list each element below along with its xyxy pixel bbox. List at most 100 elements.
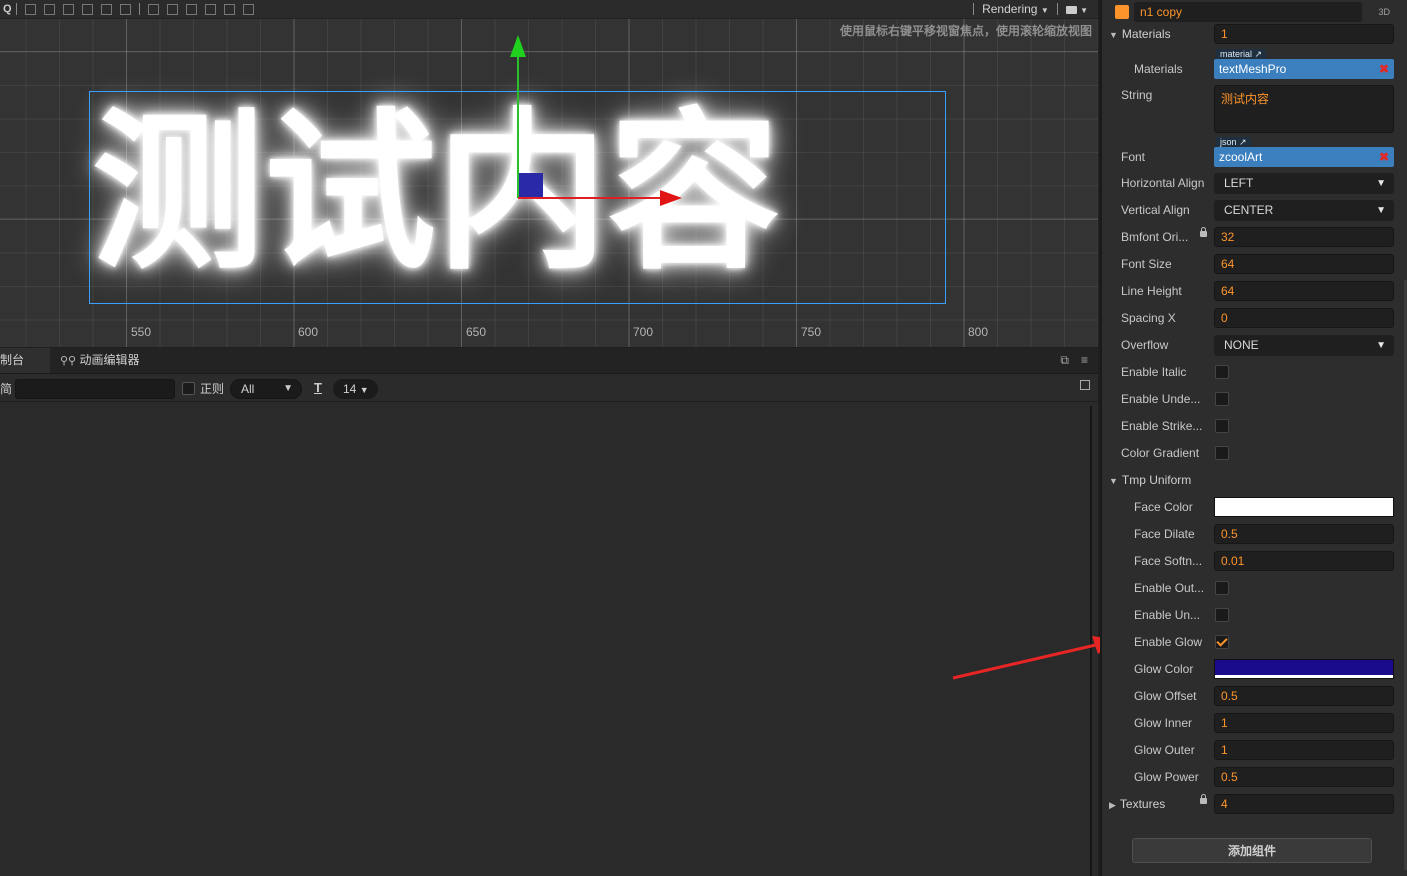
distribute-center-icon[interactable] [223,3,235,15]
font-size-value: 14 [343,382,357,396]
menu-icon[interactable]: ≡ [1081,353,1088,368]
tmp-uniform-section-row[interactable]: ▼ Tmp Uniform [1102,470,1402,490]
log-level-value: All [241,382,255,396]
enable-underline-checkbox[interactable] [1215,392,1229,406]
inspector-panel: n1 copy 3D ▼ Materials 1 Materials materi… [1100,0,1407,876]
maximize-icon[interactable]: ⧉ [1060,353,1069,368]
enable-underline-label: Enable Unde... [1121,392,1201,406]
align-left-icon[interactable] [24,3,36,15]
search-icon[interactable]: Q [3,3,12,15]
ruler-label: 550 [131,325,152,339]
align-right-icon[interactable] [62,3,74,15]
camera-dropdown[interactable]: ▼ [1065,2,1088,16]
clear-icon[interactable]: ✖ [1379,59,1389,79]
regex-checkbox[interactable] [182,382,195,395]
enable-glow-checkbox[interactable] [1215,635,1229,649]
spacing-x-input[interactable]: 0 [1214,308,1394,328]
font-asset-field[interactable]: zcoolArt ✖ [1214,147,1394,167]
toolbar-divider [1056,3,1058,15]
align-top-icon[interactable] [81,3,93,15]
distribute-bottom-icon[interactable] [185,3,197,15]
tab-label: 动画编辑器 [79,353,140,367]
filter-label: 简 [0,382,13,396]
tab-console[interactable]: 制台 [0,348,50,373]
gizmo-center-handle[interactable] [519,173,543,197]
gizmo-x-arrow-icon[interactable] [660,190,682,206]
textures-section-header[interactable]: ▶ Textures [1109,797,1165,811]
tmp-uniform-section-header[interactable]: ▼ Tmp Uniform [1109,473,1191,487]
bmfont-input[interactable]: 32 [1214,227,1394,247]
glow-inner-label: Glow Inner [1134,716,1193,730]
alpha-bar [1215,513,1393,516]
chevron-down-icon: ▼ [1376,205,1386,216]
chevron-down-icon: ▼ [1376,340,1386,351]
face-softness-input[interactable]: 0.01 [1214,551,1394,571]
console-log-area[interactable] [0,402,1098,876]
glow-inner-input[interactable]: 1 [1214,713,1394,733]
gizmo-y-arrow-icon[interactable] [510,35,526,57]
overflow-select[interactable]: NONE ▼ [1214,335,1394,356]
face-color-label: Face Color [1134,500,1193,514]
h-align-select[interactable]: LEFT ▼ [1214,173,1394,194]
glow-power-input[interactable]: 0.5 [1214,767,1394,787]
align-center-v-icon[interactable] [100,3,112,15]
align-bottom-icon[interactable] [119,3,131,15]
materials-section-row[interactable]: ▼ Materials 1 [1102,24,1402,44]
color-gradient-checkbox[interactable] [1215,446,1229,460]
triangle-down-icon: ▼ [1109,476,1118,486]
materials-asset-field[interactable]: textMeshPro ✖ [1214,59,1394,79]
enable-underlay-checkbox[interactable] [1215,608,1229,622]
glow-offset-input[interactable]: 0.5 [1214,686,1394,706]
glow-outer-input[interactable]: 1 [1214,740,1394,760]
distribute-left-icon[interactable] [204,3,216,15]
console-scrollbar[interactable] [1090,406,1092,876]
console-search-input[interactable] [15,379,175,399]
enable-underline-row: Enable Unde... [1102,389,1402,409]
font-size-icon: T [314,380,322,395]
line-height-row: Line Height 64 [1102,281,1402,301]
string-row: String 测试内容 [1102,85,1402,133]
textures-section-row[interactable]: ▶ Textures 4 [1102,794,1402,814]
gizmo-x-axis[interactable] [518,197,664,199]
align-center-h-icon[interactable] [43,3,55,15]
node-active-checkbox[interactable] [1115,5,1129,19]
font-size-select[interactable]: 14 ▼ [333,379,378,399]
clear-icon[interactable]: ✖ [1379,147,1389,167]
textures-count-input[interactable]: 4 [1214,794,1394,814]
scene-hint-text: 使用鼠标右键平移视窗焦点，使用滚轮缩放视图 [839,24,1092,38]
enable-strike-checkbox[interactable] [1215,419,1229,433]
json-tag[interactable]: json ↗ [1216,137,1251,147]
material-tag[interactable]: material ↗ [1216,49,1267,59]
string-textarea[interactable]: 测试内容 [1214,85,1394,133]
materials-asset-name: textMeshPro [1219,62,1287,76]
add-component-button[interactable]: 添加组件 [1132,838,1372,863]
enable-outline-checkbox[interactable] [1215,581,1229,595]
line-height-input[interactable]: 64 [1214,281,1394,301]
distribute-middle-icon[interactable] [166,3,178,15]
node-3d-toggle[interactable]: 3D [1378,7,1390,17]
face-dilate-label: Face Dilate [1134,527,1195,541]
font-size-label: Font Size [1121,257,1172,271]
enable-italic-row: Enable Italic [1102,362,1402,382]
materials-section-header[interactable]: ▼ Materials [1109,27,1171,41]
distribute-top-icon[interactable] [147,3,159,15]
font-size-input[interactable]: 64 [1214,254,1394,274]
scene-view[interactable]: Q Rendering ▼ ▼ 使用鼠标右键平移视窗焦点，使用滚轮缩放视图 测试… [0,0,1098,347]
node-name-input[interactable]: n1 copy [1134,2,1362,22]
enable-italic-checkbox[interactable] [1215,365,1229,379]
distribute-right-icon[interactable] [242,3,254,15]
scene-toolbar: Q Rendering ▼ ▼ [0,0,1098,19]
face-color-swatch[interactable] [1214,497,1394,517]
glow-offset-label: Glow Offset [1134,689,1197,703]
triangle-down-icon: ▼ [1109,30,1118,40]
v-align-select[interactable]: CENTER ▼ [1214,200,1394,221]
face-dilate-input[interactable]: 0.5 [1214,524,1394,544]
tab-animation-editor[interactable]: ⚲⚲ 动画编辑器 [60,348,160,373]
log-level-select[interactable]: All ▼ [230,379,302,399]
chevron-down-icon: ▼ [1040,6,1049,15]
rendering-dropdown[interactable]: Rendering ▼ [982,2,1049,16]
ruler-label: 600 [298,325,319,339]
collapse-icon[interactable] [1080,380,1090,390]
materials-count-input[interactable]: 1 [1214,24,1394,44]
glow-color-swatch[interactable] [1214,659,1394,679]
